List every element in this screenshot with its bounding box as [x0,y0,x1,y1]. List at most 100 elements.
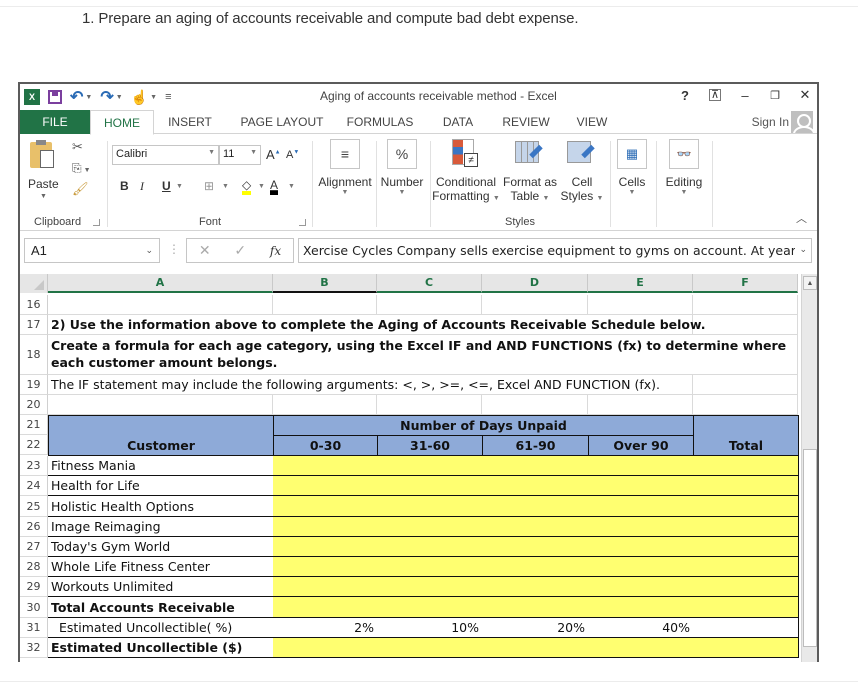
undo-button[interactable]: ↶ ▼ [70,87,92,107]
customer-name-cell[interactable]: Fitness Mania [48,456,274,476]
pct-cell-b[interactable]: 2% [273,618,378,638]
row-header[interactable]: 28 [20,557,48,577]
amount-cell-d[interactable] [482,597,589,618]
borders-icon[interactable]: ⊞ [204,179,214,193]
amount-cell-b[interactable] [273,476,378,496]
collapse-ribbon-icon[interactable]: ︿ [796,210,807,226]
row-header[interactable]: 19 [20,375,48,395]
header-31-60[interactable]: 31-60 [377,435,483,456]
touch-mode-button[interactable]: ☝ ▼ [131,89,157,106]
tab-insert[interactable]: INSERT [160,110,220,134]
amount-cell-e[interactable] [588,577,694,597]
amount-cell-c[interactable] [377,557,483,577]
cell-c20[interactable] [377,395,482,415]
amount-cell-f[interactable] [693,476,799,496]
column-header-f[interactable]: F [693,274,798,293]
amount-cell-e[interactable] [588,537,694,557]
bold-button[interactable]: B [120,179,129,193]
editing-button[interactable]: 👓 Editing ▼ [660,139,708,196]
cell-f16[interactable] [693,295,798,315]
tab-page-layout[interactable]: PAGE LAYOUT [234,110,330,134]
sign-in-link[interactable]: Sign In [752,115,789,129]
column-header-e[interactable]: E [588,274,693,293]
chevron-down-icon[interactable]: ⌄ [145,245,153,256]
cell-d20[interactable] [482,395,588,415]
conditional-formatting-button[interactable]: ≠ Conditional Formatting ▼ [432,139,500,206]
amount-cell-f[interactable] [693,638,799,658]
tab-file[interactable]: FILE [20,110,90,134]
cell-d16[interactable] [482,295,588,315]
tab-home[interactable]: HOME [90,110,154,135]
cut-icon[interactable]: ✂ [72,139,83,155]
row-header[interactable]: 21 [20,415,48,435]
column-header-a[interactable]: A [48,274,273,293]
font-size-select[interactable]: 11 ▼ [219,145,261,165]
amount-cell-e[interactable] [588,517,694,537]
amount-cell-e[interactable] [588,476,694,496]
amount-cell-b[interactable] [273,496,378,517]
amount-cell-c[interactable] [377,638,483,658]
amount-cell-b[interactable] [273,517,378,537]
cancel-icon[interactable]: ✕ [199,242,211,259]
amount-cell-d[interactable] [482,456,589,476]
customer-header[interactable]: Customer [48,415,274,456]
column-header-b[interactable]: B [273,274,377,293]
row-header[interactable]: 26 [20,517,48,537]
amount-cell-e[interactable] [588,496,694,517]
amount-cell-c[interactable] [377,517,483,537]
amount-cell-c[interactable] [377,476,483,496]
cell-f19[interactable] [693,375,798,395]
amount-cell-c[interactable] [377,577,483,597]
header-over-90[interactable]: Over 90 [588,435,694,456]
paste-button[interactable]: Paste [28,177,59,191]
amount-cell-c[interactable] [377,537,483,557]
amount-cell-c[interactable] [377,456,483,476]
underline-button[interactable]: U [162,179,171,193]
header-61-90[interactable]: 61-90 [482,435,589,456]
cell-e20[interactable] [588,395,693,415]
amount-cell-b[interactable] [273,456,378,476]
italic-button[interactable]: I [140,179,144,194]
amount-cell-b[interactable] [273,577,378,597]
pct-cell-d[interactable]: 20% [482,618,589,638]
scrollbar-thumb[interactable] [803,449,817,647]
formula-input[interactable]: Xercise Cycles Company sells exercise eq… [298,238,812,263]
row-header[interactable]: 17 [20,315,48,335]
help-button[interactable]: ? [679,88,691,103]
amount-cell-f[interactable] [693,537,799,557]
amount-cell-b[interactable] [273,557,378,577]
fill-color-icon[interactable]: ◇ [242,179,252,195]
cell-a19[interactable]: The IF statement may include the followi… [48,375,693,395]
row-header[interactable]: 29 [20,577,48,597]
tab-formulas[interactable]: FORMULAS [342,110,418,134]
customer-name-cell[interactable]: Today's Gym World [48,537,274,557]
minimize-button[interactable]: – [739,88,751,103]
customer-name-cell[interactable]: Workouts Unlimited [48,577,274,597]
scroll-up-icon[interactable]: ▲ [803,276,817,290]
row-header[interactable]: 23 [20,456,48,476]
font-name-select[interactable]: Calibri ▼ [112,145,219,165]
cells-button[interactable]: ▦ Cells ▼ [612,139,652,196]
tab-view[interactable]: VIEW [570,110,614,134]
name-box[interactable]: A1 ⌄ [24,238,160,263]
cell-e16[interactable] [588,295,693,315]
formula-bar-resize-handle[interactable]: ⋮ [168,242,180,256]
customer-name-cell[interactable]: Image Reimaging [48,517,274,537]
amount-cell-e[interactable] [588,557,694,577]
row-header[interactable]: 32 [20,638,48,658]
format-as-table-button[interactable]: Format as Table ▼ [502,139,558,206]
total-header[interactable]: Total [693,415,799,456]
shrink-font-button[interactable]: A▼ [286,149,299,161]
row-header[interactable]: 30 [20,597,48,618]
row-header[interactable]: 25 [20,496,48,517]
grow-font-button[interactable]: A▲ [266,147,281,162]
amount-cell-f[interactable] [693,496,799,517]
select-all-button[interactable] [20,274,48,293]
save-icon[interactable] [48,90,62,104]
customer-name-cell[interactable]: Holistic Health Options [48,496,274,517]
row-header[interactable]: 27 [20,537,48,557]
column-header-c[interactable]: C [377,274,482,293]
amount-cell-f[interactable] [693,597,799,618]
amount-cell-b[interactable] [273,638,378,658]
amount-cell-e[interactable] [588,597,694,618]
